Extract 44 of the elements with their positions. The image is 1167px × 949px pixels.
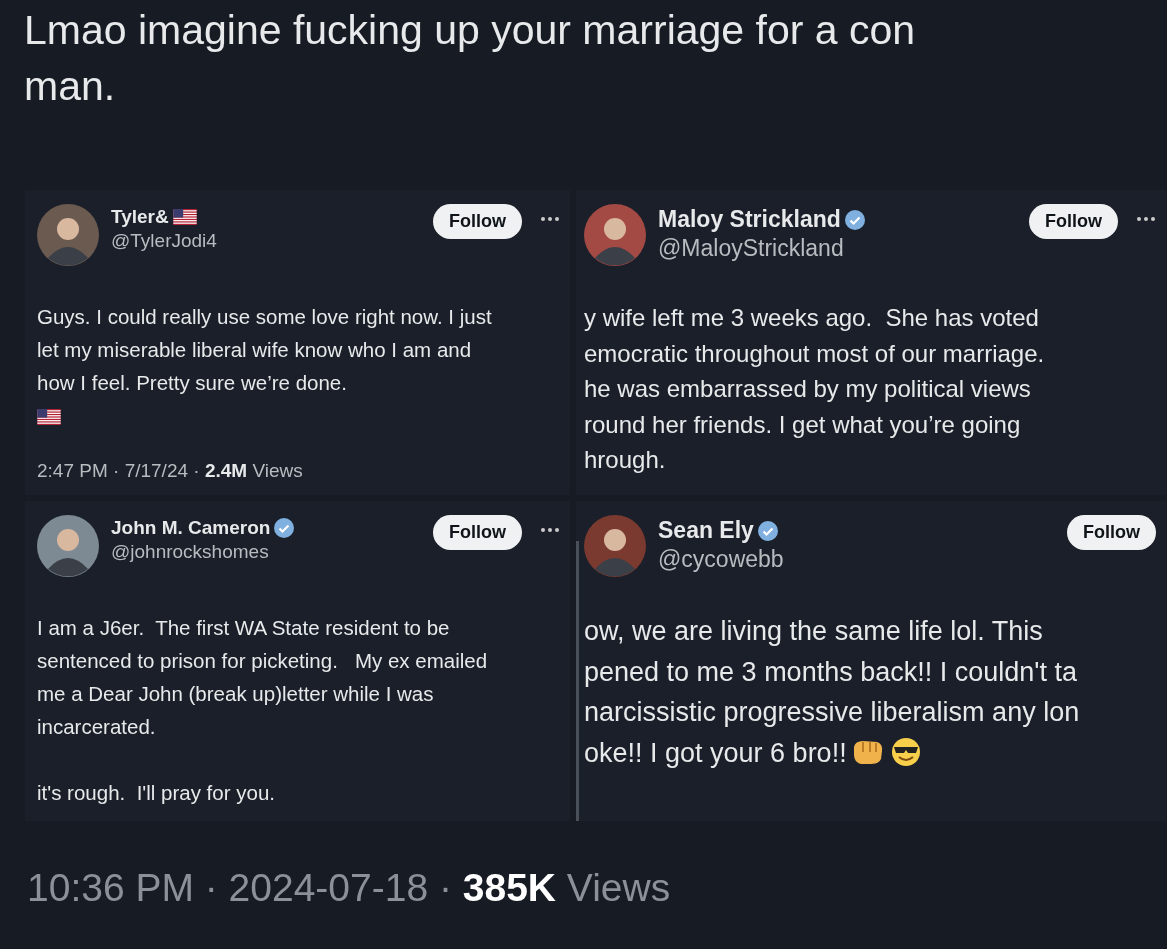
tweet-text: pened to me 3 months back!! I couldn't ta [584,656,1077,687]
tweet-text: emocratic throughout most of our marriage. [584,339,1045,367]
avatar[interactable] [584,204,646,266]
tweet-text: sentenced to prison for picketing. My ex emailed [37,649,488,672]
user-handle[interactable]: @MaloyStrickland [658,235,1017,262]
tweet-text: how I feel. Pretty sure we’re done. [37,371,347,394]
tweet-text: Guys. I could really use some love right now. I just [37,305,492,328]
tweet-text: it's rough. I'll pray for you. [37,781,275,804]
tweet-text: me a Dear John (break up)letter while I was [37,682,434,705]
flag-icon [37,409,61,425]
avatar[interactable] [37,515,99,577]
post-meta: 10:36 PM · 2024-07-18 · 385K Views [26,865,672,910]
user-name[interactable]: Sean Ely [658,517,754,544]
flag-icon [172,209,197,225]
follow-button[interactable]: Follow [1067,515,1156,550]
user-handle[interactable]: @johnrockshomes [111,541,421,563]
tweet-text: ow, we are living the same life lol. This [584,616,1043,646]
avatar[interactable] [584,515,646,577]
tweet-text: oke!! I got your 6 bro!! [584,737,847,768]
post-text: Lmao imagine fucking up your marriage for a con man. [23,6,917,111]
user-name[interactable]: Tyler& [111,206,169,228]
more-icon[interactable] [540,527,560,533]
user-name[interactable]: John M. Cameron [111,517,271,539]
more-icon[interactable] [540,216,560,222]
follow-button[interactable]: Follow [433,515,522,550]
tweet-text: he was embarrassed by my political views [584,375,1031,402]
follow-button[interactable]: Follow [433,204,522,239]
user-handle[interactable]: @cycowebb [658,546,1055,573]
verified-icon [844,209,865,230]
tweet-text: hrough. [584,446,666,473]
more-icon[interactable] [1136,216,1156,222]
tweet-text: y wife left me 3 weeks ago. She has voted [584,304,1039,331]
tweet-text: I am a J6er. The first WA State resident to be [37,616,450,639]
verified-icon [757,520,778,541]
verified-icon [274,518,295,538]
user-name[interactable]: Maloy Strickland [658,206,841,233]
follow-button[interactable]: Follow [1029,204,1118,239]
avatar[interactable] [37,204,99,266]
user-handle[interactable]: @TylerJodi4 [111,230,421,252]
tweet-text: incarcerated. [37,715,156,738]
tweet-text: let my miserable liberal wife know who I am and [37,338,472,361]
tweet-text: narcissistic progressive liberalism any lon [584,697,1080,727]
tweet-text: round her friends. I get what you’re going [584,410,1021,438]
tweet-meta: 2:47 PM · 7/17/24 · 2.4M Views [37,460,304,482]
